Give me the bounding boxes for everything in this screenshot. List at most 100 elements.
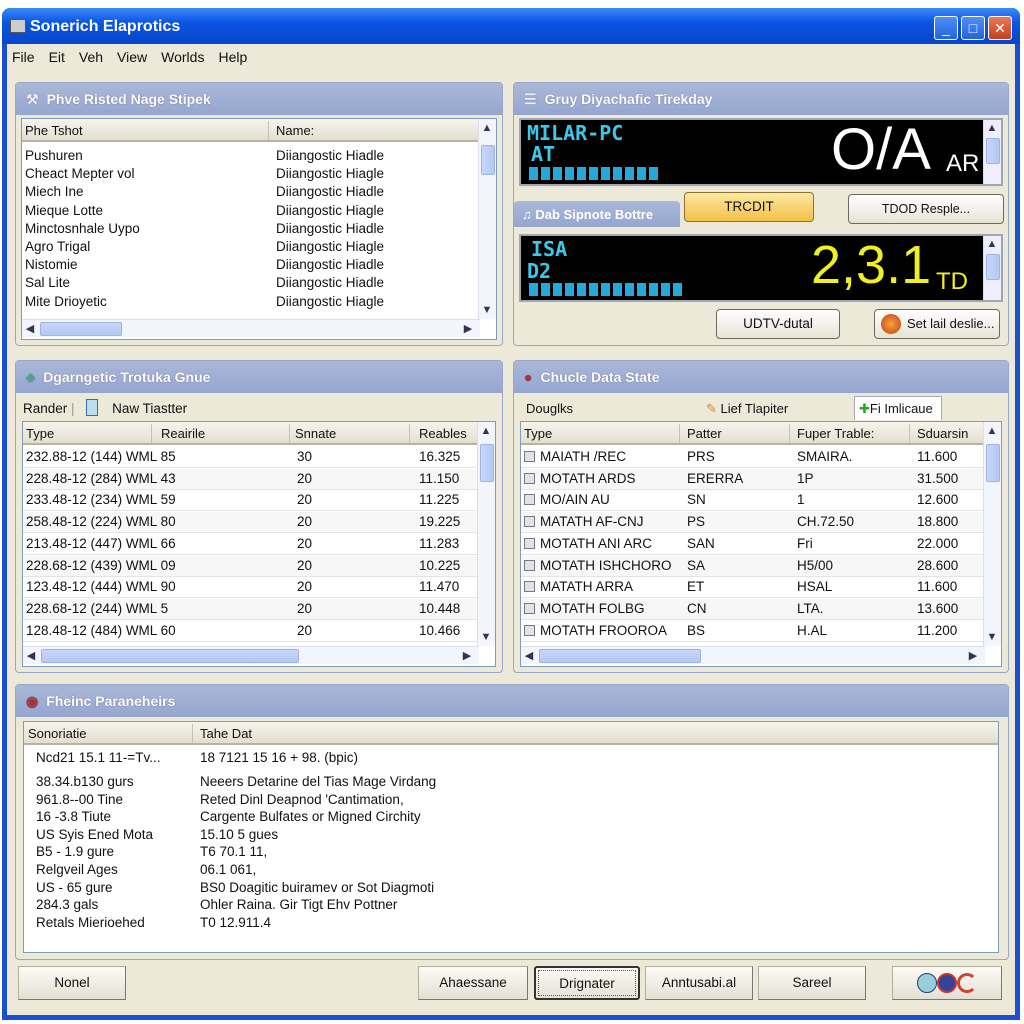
close-button[interactable]: ✕ <box>988 16 1012 40</box>
row-icon <box>524 537 535 549</box>
menu-veh[interactable]: Veh <box>79 49 103 65</box>
refresh-icon[interactable] <box>957 973 977 994</box>
vertical-scrollbar[interactable]: ▲ ▼ <box>477 422 495 646</box>
list-item[interactable]: Agro Trigal Diiangostic Hiagle <box>22 239 496 257</box>
list-item[interactable]: Minctosnhale Uypo Diiangostic Hiadle <box>22 221 496 239</box>
table-row[interactable]: MOTATH FOLBG CN LTA. 13.600 <box>521 598 1001 620</box>
column-header[interactable]: Sduarsin <box>917 426 968 441</box>
anntusabi-button[interactable]: Anntusabi.al <box>645 966 753 1000</box>
render-button[interactable]: Rander <box>23 401 67 416</box>
maximize-button[interactable]: □ <box>961 16 985 40</box>
column-header[interactable]: Patter <box>687 426 722 441</box>
column-header[interactable]: Fuper Trable: <box>797 426 874 441</box>
table-row[interactable]: MATATH ARRA ET HSAL 11.600 <box>521 577 1001 599</box>
column-header[interactable]: Sonoriatie <box>28 726 87 741</box>
column-header[interactable]: Snnate <box>295 426 336 441</box>
drignater-button[interactable]: Drignater <box>534 966 640 1000</box>
parameter-row: Retals Mierioehed T0 12.911.4 <box>24 915 998 933</box>
column-header[interactable]: Name: <box>276 123 314 138</box>
table-row[interactable]: MOTATH ANI ARC SAN Fri 22.000 <box>521 534 1001 555</box>
list-item[interactable]: Miech Ine Diiangostic Hiadle <box>22 184 496 202</box>
column-header[interactable]: Phe Tshot <box>25 123 83 138</box>
item-name: Mieque Lotte <box>25 202 104 218</box>
item-name: Pushuren <box>25 148 83 163</box>
cell-fuper: LTA. <box>797 600 824 616</box>
table-row[interactable]: MATATH AF-CNJ PS CH.72.50 18.800 <box>521 512 1001 534</box>
horizontal-scrollbar[interactable]: ◀ ▶ <box>521 646 985 664</box>
table-row[interactable]: MAIATH /REC PRS SMAIRA. 11.600 <box>521 447 1001 468</box>
cell-sduarsin: 31.500 <box>917 470 959 486</box>
table-row[interactable]: 123.48-12 (444) WML 90 20 11.470 <box>23 577 495 599</box>
item-type: Diiangostic Hiadle <box>276 257 385 273</box>
tab-lief-tlapiter[interactable]: ✎ Lief Tlapiter <box>706 401 788 417</box>
tdod-resple-button[interactable]: TDOD Resple... <box>848 194 1004 224</box>
row-icon <box>524 451 535 462</box>
sareel-button[interactable]: Sareel <box>758 966 866 1000</box>
menu-worlds[interactable]: Worlds <box>161 49 204 65</box>
minimize-button[interactable]: _ <box>934 16 958 40</box>
list-item[interactable]: Cheact Mepter vol Diiangostic Hiagle <box>22 166 496 184</box>
column-header[interactable]: Reables <box>419 426 467 441</box>
menu-edit[interactable]: Eit <box>49 49 65 65</box>
parameter-row: 16 -3.8 Tiute Cargente Bulfates or Migned… <box>24 809 998 827</box>
list-item[interactable]: Nistomie Diiangostic Hiadle <box>22 257 496 275</box>
udtv-dutal-button[interactable]: UDTV-dutal <box>716 309 840 339</box>
globe-icon[interactable] <box>937 973 957 994</box>
set-button[interactable]: Set lail deslie... <box>874 309 1000 339</box>
none-button[interactable]: Nonel <box>18 966 126 1000</box>
column-header[interactable]: Type <box>524 426 552 441</box>
param-name: Relgveil Ages <box>36 862 118 877</box>
new-trouble-button[interactable]: Naw Tiastter <box>112 401 187 416</box>
table-row[interactable]: 128.48-12 (484) WML 60 20 10.466 <box>23 621 495 642</box>
list-item[interactable]: Sal Lite Diiangostic Hiadle <box>22 275 496 293</box>
trcdit-button[interactable]: TRCDIT <box>684 192 814 222</box>
cell-sduarsin: 11.600 <box>917 579 958 595</box>
param-value: Neeers Detarine del Tias Mage Virdang <box>200 774 437 789</box>
tab-label: Lief Tlapiter <box>720 401 789 416</box>
vertical-scrollbar[interactable]: ▲ ▼ <box>478 119 496 319</box>
table-row[interactable]: 213.48-12 (447) WML 66 20 11.283 <box>23 534 495 555</box>
table-row[interactable]: MOTATH ISHCHORO SA H5/00 28.600 <box>521 555 1001 577</box>
music-icon: ♫ <box>522 207 536 222</box>
tab-fi-imlicaue[interactable]: ✚Fi Imlicaue <box>854 396 942 420</box>
menu-file[interactable]: File <box>12 49 35 65</box>
back-icon[interactable] <box>917 973 937 994</box>
table-row[interactable]: 228.48-12 (284) WML 43 20 11.150 <box>23 468 495 490</box>
display-line2: D2 <box>527 259 552 283</box>
horizontal-scrollbar[interactable]: ◀ ▶ <box>23 646 479 664</box>
tab-douglks[interactable]: Douglks <box>526 401 573 416</box>
table-row[interactable]: MOTATH FROOROA BS H.AL 11.200 <box>521 621 1001 642</box>
horizontal-scrollbar[interactable]: ◀ ▶ <box>22 319 480 337</box>
display-line2: AT <box>531 142 556 166</box>
list-item[interactable]: Mieque Lotte Diiangostic Hiagle <box>22 203 496 221</box>
cell-fuper: SMAIRA. <box>797 449 853 464</box>
column-header[interactable]: Tahe Dat <box>200 726 252 741</box>
menu-help[interactable]: Help <box>218 49 247 65</box>
table-row[interactable]: 232.88-12 (144) WML 85 30 16.325 <box>23 447 495 468</box>
ahaessane-button[interactable]: Ahaessane <box>418 966 528 1000</box>
table-row[interactable]: MO/AIN AU SN 1 12.600 <box>521 490 1001 512</box>
table-row[interactable]: 233.48-12 (234) WML 59 20 11.225 <box>23 490 495 512</box>
tools-icon-group[interactable] <box>892 966 1002 1000</box>
column-header[interactable]: Reairile <box>161 426 205 441</box>
level-segment <box>637 283 646 296</box>
table-row[interactable]: MOTATH ARDS ERERRA 1P 31.500 <box>521 468 1001 490</box>
param-name: US - 65 gure <box>36 879 113 895</box>
cell-reables: 11.150 <box>419 470 460 486</box>
column-header[interactable]: Type <box>26 426 54 441</box>
list-view: Phe Tshot Name: Pushuren Diiangostic Hiad… <box>21 118 497 340</box>
tab-dab-sipnote[interactable]: ♫ Dab Sipnote Bottre <box>514 201 680 227</box>
cell-type: 232.88-12 (144) WML 85 <box>26 449 176 464</box>
vertical-scrollbar[interactable]: ▲ ▼ <box>983 422 1001 646</box>
param-value: Cargente Bulfates or Migned Circhity <box>200 809 421 825</box>
cell-sduarsin: 11.200 <box>917 622 958 638</box>
cell-snnate: 30 <box>297 449 313 464</box>
menu-view[interactable]: View <box>117 49 147 65</box>
panel-display: ☰ Gruy Diyachafic Tirekday MILAR-PC AT O/… <box>513 82 1009 346</box>
list-item[interactable]: Mite Drioyetic Diiangostic Hiagle <box>22 294 496 312</box>
table-row[interactable]: 258.48-12 (224) WML 80 20 19.225 <box>23 512 495 534</box>
table-row[interactable]: 228.68-12 (244) WML 5 20 10.448 <box>23 598 495 620</box>
table-row[interactable]: 228.68-12 (439) WML 09 20 10.225 <box>23 555 495 577</box>
cell-reables: 10.225 <box>419 557 461 573</box>
list-item[interactable]: Pushuren Diiangostic Hiadle <box>22 148 496 166</box>
